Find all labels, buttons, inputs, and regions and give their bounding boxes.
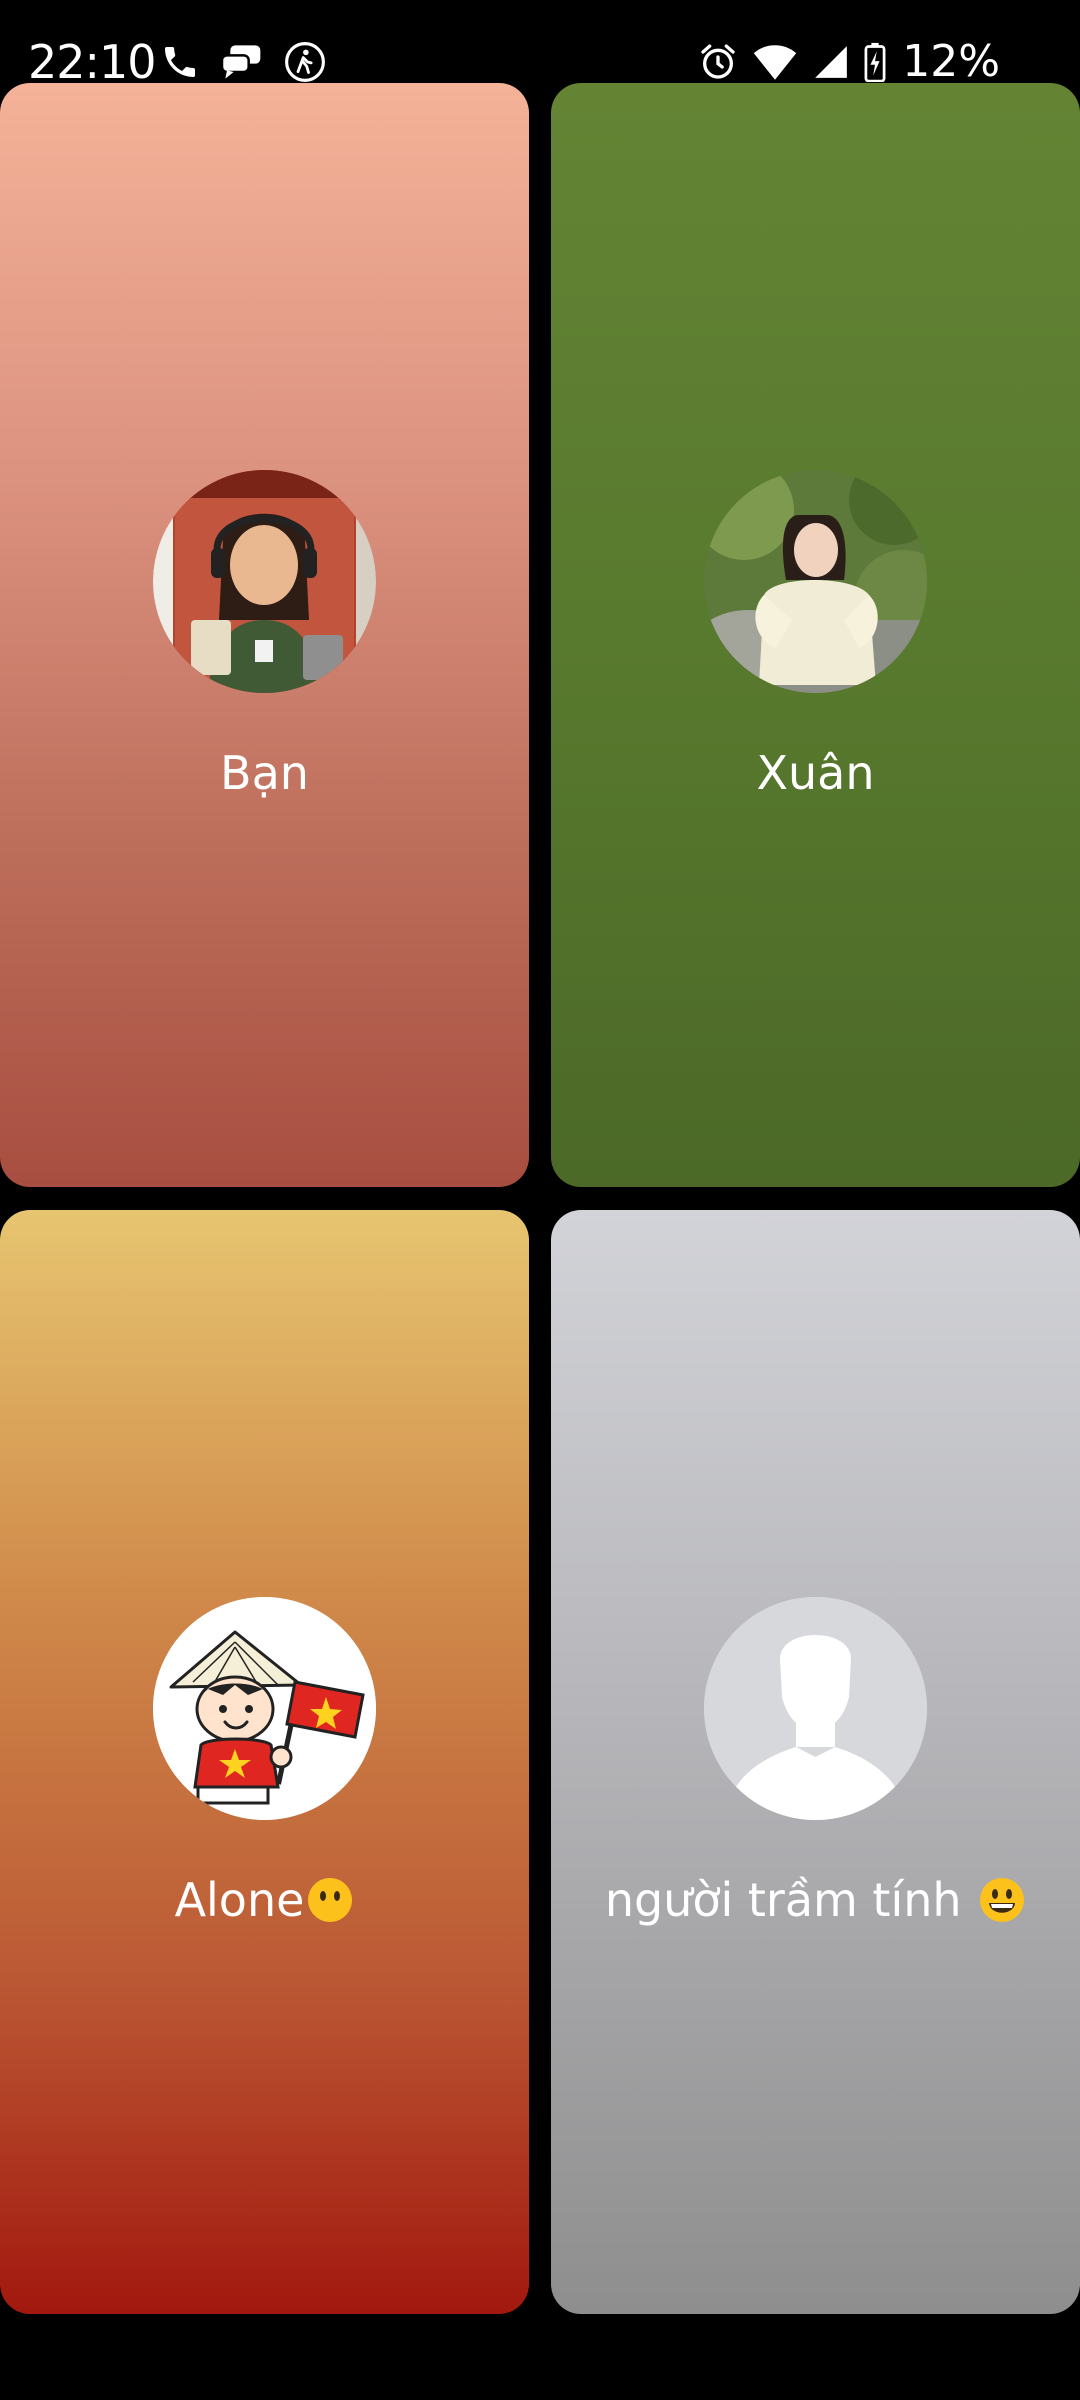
grinning-face-emoji xyxy=(980,1878,1025,1922)
avatar-default-silhouette[interactable] xyxy=(704,1597,927,1820)
participant-tile-alone[interactable]: Alone xyxy=(0,1210,529,2314)
participant-name: Alone xyxy=(0,1870,529,1930)
accessibility-icon xyxy=(284,41,326,83)
participant-tile-xuan[interactable]: Xuân xyxy=(551,83,1080,1187)
avatar-cartoon-boy-flag[interactable] xyxy=(153,1597,376,1820)
status-left-icons xyxy=(160,38,326,86)
alarm-icon xyxy=(698,42,738,82)
participant-name: người trầm tính xyxy=(551,1870,1080,1930)
avatar-photo-girl-uniform[interactable] xyxy=(153,470,376,693)
svg-text:6: 6 xyxy=(786,47,794,61)
battery-charging-icon xyxy=(864,42,886,82)
neutral-face-emoji xyxy=(308,1878,353,1922)
participant-name: Xuân xyxy=(756,746,875,800)
participant-tile-ban[interactable]: Bạn xyxy=(0,83,529,1187)
battery-percent: 12% xyxy=(902,36,1000,87)
signal-icon xyxy=(812,43,850,81)
phone-icon xyxy=(160,42,200,82)
wifi-icon: 6 xyxy=(752,42,798,82)
participant-tile-nguoi-tram-tinh[interactable]: người trầm tính xyxy=(551,1210,1080,2314)
status-right-icons: 6 12% xyxy=(698,36,1000,88)
participant-name: Bạn xyxy=(220,746,309,800)
chat-bubbles-icon xyxy=(220,42,264,82)
status-bar: 22:10 6 12% xyxy=(0,0,1080,89)
status-time: 22:10 xyxy=(28,35,157,89)
avatar-photo-woman-outdoor[interactable] xyxy=(704,470,927,693)
